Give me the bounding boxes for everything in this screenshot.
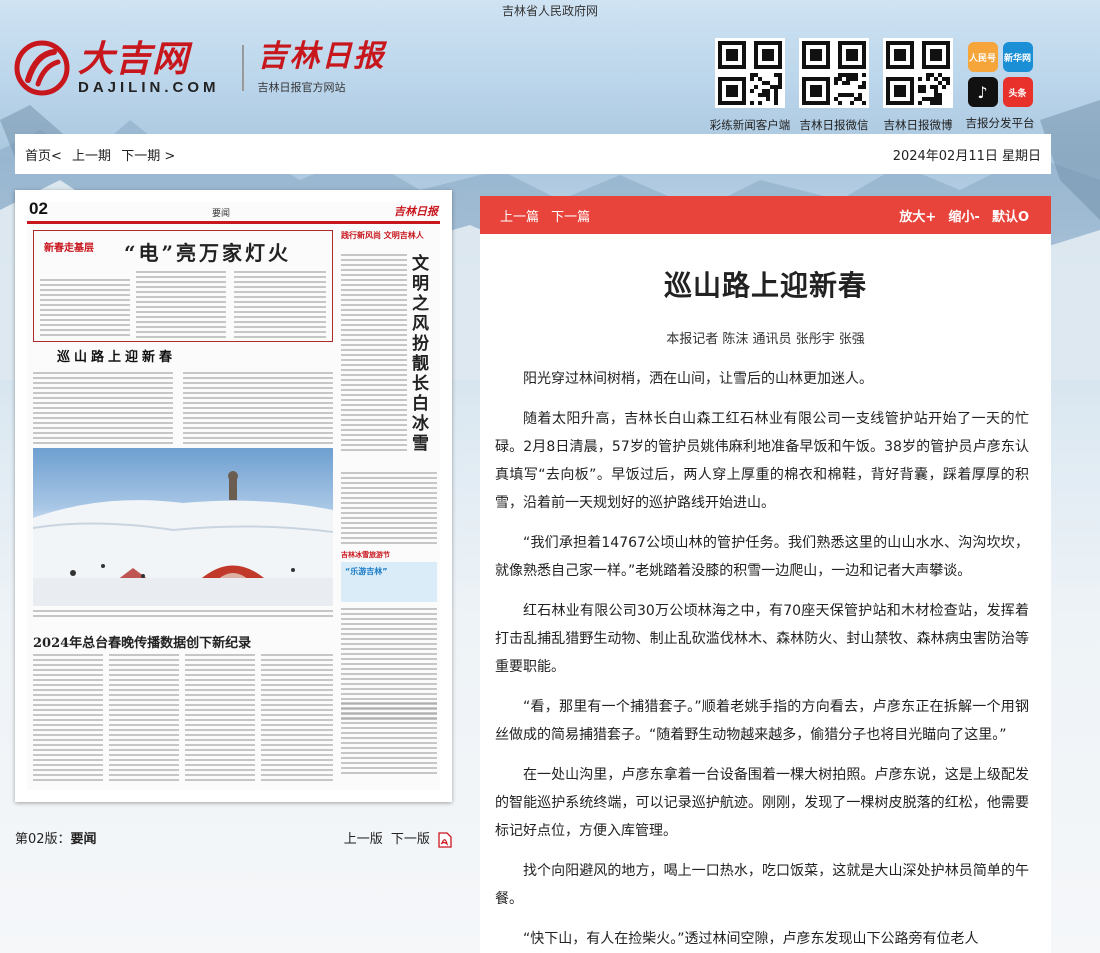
text-lines <box>185 654 255 784</box>
text-lines <box>341 254 407 454</box>
douyin-icon[interactable]: ♪ <box>967 77 998 107</box>
article-toolbar: 上一篇 下一篇 放大+ 缩小- 默认O <box>480 196 1051 234</box>
issue-nav-bar: 首页< 上一期 下一期 > 2024年02月11日 星期日 <box>15 134 1051 174</box>
site-logo[interactable]: 大吉网 DAJILIN.COM 吉林日报 吉林日报官方网站 <box>14 40 386 96</box>
text-lines <box>33 654 103 784</box>
renmin-icon[interactable]: 人民号 <box>967 42 998 72</box>
qr-code-icon <box>715 38 785 108</box>
platform-icons: 人民号 新华网 ♪ 头条 吉报分发平台 <box>960 38 1040 133</box>
article-panel: 上一篇 下一篇 放大+ 缩小- 默认O 巡山路上迎新春 本报记者 陈沫 通讯员 … <box>480 196 1051 953</box>
header-qr-row: 彩练新闻客户端 吉林日报微信 吉林日报微博 人民号 新华网 ♪ 头条 吉报分发平… <box>708 38 1040 133</box>
paper-logo-subtitle: 吉林日报官方网站 <box>257 81 346 94</box>
article-paragraph: 在一处山沟里，卢彦东拿着一台设备围着一棵大树拍照。卢彦东说，这是上级配发的智能巡… <box>495 767 1029 839</box>
toutiao-icon[interactable]: 头条 <box>1002 77 1033 107</box>
article-paragraph: “看，那里有一个捕猎套子。”顺着老姚手指的方向看去，卢彦东正在拆解一个用钢丝做成… <box>495 699 1029 743</box>
qr-item-wechat[interactable]: 吉林日报微信 <box>792 38 876 133</box>
issue-date: 2024年02月11日 星期日 <box>892 148 1041 164</box>
text-lines <box>183 372 333 447</box>
zoom-in-button[interactable]: 放大+ <box>899 210 936 225</box>
text-lines <box>40 279 130 339</box>
newspaper-page[interactable]: 02 要闻 吉林日报 新春走基层 “电”亮万家灯火 践行新风尚 文明吉林人 文明… <box>15 190 452 802</box>
article-byline: 本报记者 陈沫 通讯员 张彤宇 张强 <box>666 332 865 347</box>
site-logo-domain: DAJILIN.COM <box>78 78 220 96</box>
platform-caption: 吉报分发平台 <box>965 116 1035 130</box>
logo-divider <box>241 45 244 91</box>
edition-label: 第02版： <box>15 832 71 848</box>
article-paragraph: “快下山，有人在捡柴火。”透过林间空隙，卢彦东发现山下公路旁有位老人 <box>523 931 979 947</box>
qr-code-icon <box>883 38 953 108</box>
edition-name: 要闻 <box>70 832 97 848</box>
text-lines <box>136 271 226 341</box>
home-link[interactable]: 首页< <box>25 149 62 164</box>
promo-text: “乐游吉林” <box>345 567 388 576</box>
paper-headline-gala[interactable]: 2024年总台春晚传播数据创下新纪录 <box>33 632 251 651</box>
paper-header: 02 要闻 吉林日报 <box>27 202 440 224</box>
article-paragraph: 阳光穿过林间树梢，洒在山间，让雪后的山林更加迷人。 <box>523 371 873 387</box>
text-lines <box>234 271 326 341</box>
promo-label: 吉林冰雪旅游节 <box>341 551 390 559</box>
edition-caption-row: 第02版：要闻 上一版 下一版 <box>15 828 452 848</box>
zoom-out-button[interactable]: 缩小- <box>948 210 979 225</box>
pdf-icon[interactable] <box>438 831 452 848</box>
default-size-button[interactable]: 默认O <box>992 210 1029 225</box>
side-tag: 践行新风尚 文明吉林人 <box>341 231 424 240</box>
next-issue-link[interactable]: 下一期 > <box>121 149 175 164</box>
side-headline: 文明之风扮靓长白冰雪 <box>408 254 428 454</box>
next-page-link[interactable]: 下一版 <box>391 832 430 847</box>
paper-section: 要闻 <box>211 209 230 219</box>
qr-caption: 吉林日报微博 <box>883 118 953 132</box>
qr-code-icon <box>799 38 869 108</box>
dajilin-logo-icon <box>14 40 70 96</box>
prev-page-link[interactable]: 上一版 <box>344 832 383 847</box>
article-paragraph: 找个向阳避风的地方，喝上一口热水，吃口饭菜，这就是大山深处护林员简单的午餐。 <box>495 863 1029 907</box>
text-lines <box>33 372 173 447</box>
photo-caption-lines <box>33 610 333 620</box>
next-article-link[interactable]: 下一篇 <box>551 210 590 225</box>
paper-masthead: 吉林日报 <box>394 205 438 218</box>
article-title: 巡山路上迎新春 <box>663 269 867 302</box>
paper-photo[interactable] <box>33 448 333 606</box>
prev-article-link[interactable]: 上一篇 <box>500 210 539 225</box>
qr-item-weibo[interactable]: 吉林日报微博 <box>876 38 960 133</box>
site-logo-text: 大吉网 <box>78 37 190 80</box>
qr-caption: 彩练新闻客户端 <box>709 118 791 132</box>
gov-link[interactable]: 吉林省人民政府网 <box>0 2 1100 19</box>
article-body: 阳光穿过林间树梢，洒在山间，让雪后的山林更加迷人。 随着太阳升高，吉林长白山森工… <box>480 365 1051 953</box>
paper-side-column[interactable]: 践行新风尚 文明吉林人 文明之风扮靓长白冰雪 <box>341 230 437 470</box>
article-paragraph: 红石林业有限公司30万公顷林海之中，有70座天保管护站和木材检查站，发挥着打击乱… <box>495 603 1029 675</box>
text-lines <box>341 702 437 777</box>
paper-headline-patrol[interactable]: 巡山路上迎新春 <box>57 346 176 365</box>
qr-item-app[interactable]: 彩练新闻客户端 <box>708 38 792 133</box>
festival-badge: 新春走基层 <box>44 243 94 254</box>
prev-issue-link[interactable]: 上一期 <box>72 149 111 164</box>
article-paragraph: “我们承担着14767公顷山林的管护任务。我们熟悉这里的山山水水、沟沟坎坎，就像… <box>495 535 1029 579</box>
text-lines <box>109 654 179 784</box>
qr-caption: 吉林日报微信 <box>799 118 869 132</box>
paper-article-electricity[interactable]: 新春走基层 “电”亮万家灯火 <box>33 230 333 342</box>
paper-page-number: 02 <box>29 202 48 218</box>
article-paragraph: 随着太阳升高，吉林长白山森工红石林业有限公司一支线管护站开始了一天的忙碌。2月8… <box>495 411 1029 511</box>
promo-banner[interactable]: “乐游吉林” <box>341 562 437 602</box>
newspaper-layout: 02 要闻 吉林日报 新春走基层 “电”亮万家灯火 践行新风尚 文明吉林人 文明… <box>27 202 440 790</box>
paper-headline-electricity: “电”亮万家灯火 <box>124 241 292 265</box>
xinhua-icon[interactable]: 新华网 <box>1002 42 1033 72</box>
text-lines <box>341 472 437 547</box>
paper-logo-text: 吉林日报 <box>257 39 386 74</box>
text-lines <box>261 654 333 784</box>
